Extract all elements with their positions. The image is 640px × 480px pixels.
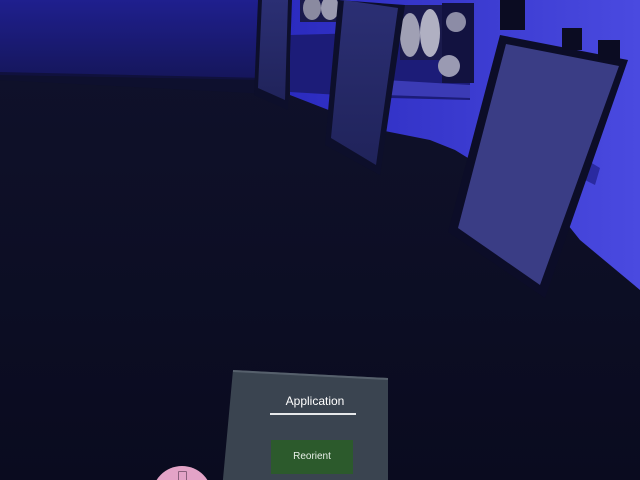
menu-title-underline (270, 413, 356, 415)
display-board-1 (254, 0, 292, 110)
vr-scene: Application Reorient (0, 0, 640, 480)
tablet-icon (178, 471, 187, 480)
reorient-button[interactable]: Reorient (271, 440, 353, 474)
menu-title: Application (285, 394, 345, 408)
back-wall-left (0, 0, 270, 80)
application-menu-panel: Application Reorient (222, 370, 388, 480)
